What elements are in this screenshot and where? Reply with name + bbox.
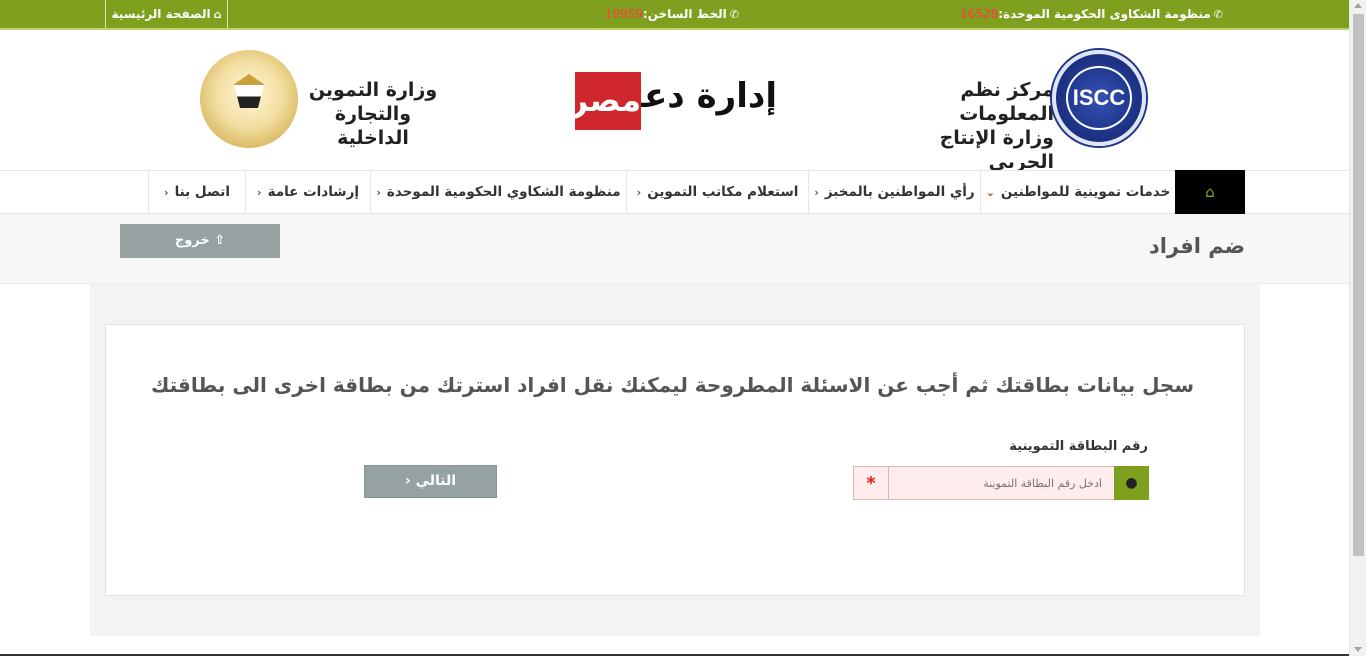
main-nav: ⌂ خدمات تموينية للمواطنين ⌄ رأي المواطنين… xyxy=(0,170,1349,214)
ministry-emblem-logo xyxy=(200,50,298,148)
home-link[interactable]: ⌂الصفحة الرئيسية xyxy=(105,0,228,28)
chevron-left-icon: ‹ xyxy=(164,186,169,199)
phone-icon: ✆ xyxy=(1213,8,1223,21)
card-number-label: رقم البطاقة التموينية xyxy=(1009,439,1148,454)
phone-icon: ✆ xyxy=(729,8,739,21)
logout-icon: ⇧ xyxy=(214,233,226,248)
hotline-number: 19959 xyxy=(604,7,643,21)
card-number-group: ● * xyxy=(853,466,1149,500)
chevron-left-icon: ‹ xyxy=(404,473,411,489)
dam-logo-text: إدارة دعم xyxy=(617,76,777,116)
misr-logo-text: مصر xyxy=(570,72,641,130)
ministry-line-2: والتجارة الداخلية xyxy=(334,103,412,149)
complaints-hotline: ✆منظومة الشكاوى الحكومية الموحدة:16528 xyxy=(960,0,1223,28)
complaints-label: منظومة الشكاوى الحكومية الموحدة: xyxy=(998,7,1211,21)
vertical-scrollbar[interactable] xyxy=(1349,0,1366,656)
nav-item-contact[interactable]: اتصل بنا ‹ xyxy=(148,171,245,213)
chevron-down-icon: ⌄ xyxy=(985,186,995,199)
nav-item-offices-inquiry[interactable]: استعلام مكاتب التموين ‹ xyxy=(626,171,808,213)
complaints-number: 16528 xyxy=(960,7,999,21)
chevron-left-icon: ‹ xyxy=(376,186,381,199)
required-asterisk-icon: * xyxy=(866,473,876,494)
dam-misr-logo: إدارة دعم مصر xyxy=(570,70,777,130)
user-icon: ● xyxy=(1114,466,1149,500)
nav-item-label: خدمات تموينية للمواطنين xyxy=(1000,184,1171,200)
eagle-icon xyxy=(234,74,264,108)
ministry-line-1: وزارة التموين xyxy=(308,79,438,101)
nav-item-label: منظومة الشكاوي الحكومية الموحدة xyxy=(386,184,621,200)
nav-item-label: رأي المواطنين بالمخبز xyxy=(824,184,975,200)
hotline-label: الخط الساخن: xyxy=(642,7,727,21)
nav-home-button[interactable]: ⌂ xyxy=(1175,170,1245,214)
scrollbar-thumb[interactable] xyxy=(1353,14,1364,556)
home-link-label: الصفحة الرئيسية xyxy=(111,7,211,21)
home-icon: ⌂ xyxy=(213,8,222,21)
page-title: ضم افراد xyxy=(1148,234,1245,258)
nav-item-label: اتصل بنا xyxy=(174,184,230,200)
next-button[interactable]: التالي ‹ xyxy=(364,465,497,498)
logout-button[interactable]: ⇧ خروج xyxy=(120,224,280,258)
chevron-left-icon: ‹ xyxy=(257,186,262,199)
scroll-down-icon[interactable] xyxy=(1354,647,1362,652)
next-label: التالي xyxy=(415,473,457,489)
iscc-line-2: وزارة الإنتاج الحربي xyxy=(939,127,1054,173)
nav-item-label: إرشادات عامة xyxy=(267,184,359,200)
ministry-name: وزارة التموين والتجارة الداخلية xyxy=(300,78,446,150)
nav-item-label: استعلام مكاتب التموين xyxy=(647,184,799,200)
hotline: ✆الخط الساخن:19959 xyxy=(605,0,739,28)
nav-item-bakery-opinion[interactable]: رأي المواطنين بالمخبز ‹ xyxy=(808,171,980,213)
chevron-left-icon: ‹ xyxy=(814,186,819,199)
nav-item-complaints-system[interactable]: منظومة الشكاوي الحكومية الموحدة ‹ xyxy=(370,171,626,213)
card-number-input[interactable] xyxy=(888,467,1114,499)
iscc-line-1: مركز نظم المعلومات xyxy=(959,79,1054,125)
form-intro: سجل بيانات بطاقتك ثم أجب عن الاسئلة المط… xyxy=(150,373,1194,397)
nav-item-guidelines[interactable]: إرشادات عامة ‹ xyxy=(245,171,370,213)
form-panel: سجل بيانات بطاقتك ثم أجب عن الاسئلة المط… xyxy=(105,324,1245,596)
page-title-bar: ضم افراد ⇧ خروج xyxy=(0,214,1349,284)
top-info-bar: ✆منظومة الشكاوى الحكومية الموحدة:16528 ✆… xyxy=(0,0,1349,30)
content-area: سجل بيانات بطاقتك ثم أجب عن الاسئلة المط… xyxy=(90,284,1260,636)
chevron-left-icon: ‹ xyxy=(636,186,642,199)
scroll-up-icon[interactable] xyxy=(1354,3,1362,8)
iscc-name: مركز نظم المعلومات وزارة الإنتاج الحربي xyxy=(870,78,1054,174)
iscc-logo: ISCC xyxy=(1052,50,1146,146)
header: وزارة التموين والتجارة الداخلية إدارة دع… xyxy=(0,30,1349,173)
logout-label: خروج xyxy=(174,233,210,248)
iscc-logo-text: ISCC xyxy=(1066,66,1132,130)
nav-item-citizen-services[interactable]: خدمات تموينية للمواطنين ⌄ xyxy=(980,171,1175,213)
home-icon: ⌂ xyxy=(1205,183,1215,201)
